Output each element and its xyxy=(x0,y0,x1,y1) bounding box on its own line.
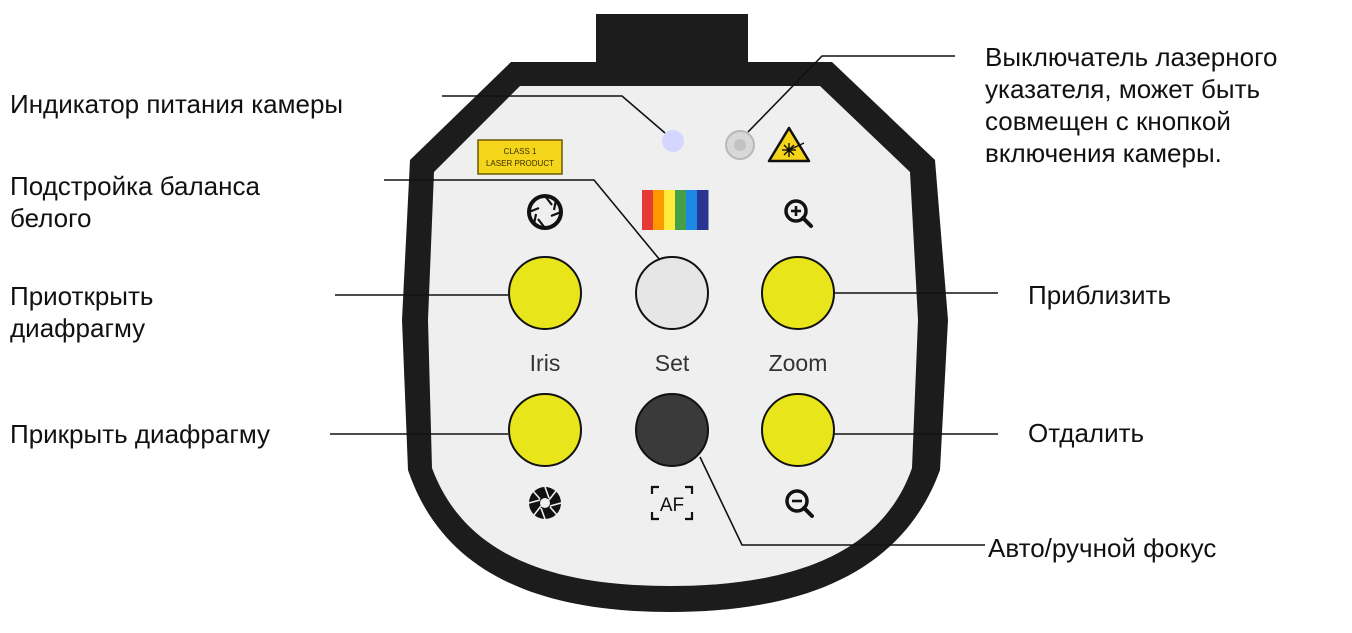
laser-switch-inner xyxy=(734,139,746,151)
iris-close-icon xyxy=(528,486,562,520)
spectrum-stripe xyxy=(664,190,676,230)
spectrum-stripe xyxy=(675,190,687,230)
zoom-out-button[interactable] xyxy=(761,393,835,467)
callout-iris-close: Прикрыть диафрагму xyxy=(10,418,270,450)
callout-laser-switch-line-4: включения камеры. xyxy=(985,138,1222,168)
callout-white-balance-line-1: Подстройка баланса xyxy=(10,171,260,201)
callout-laser-switch: Выключатель лазерного указателя, может б… xyxy=(985,41,1277,169)
callout-zoom-out: Отдалить xyxy=(1028,417,1144,449)
callout-focus-line-1: Авто/ручной фокус xyxy=(988,533,1217,563)
spectrum-stripe xyxy=(653,190,665,230)
laser-class-label xyxy=(477,139,563,175)
laser-label-line-2: LASER PRODUCT xyxy=(486,159,554,168)
callout-laser-switch-line-1: Выключатель лазерного xyxy=(985,42,1278,72)
laser-label-line-1: CLASS 1 xyxy=(504,147,537,156)
callout-focus: Авто/ручной фокус xyxy=(988,532,1216,564)
set-button[interactable] xyxy=(635,256,709,330)
callout-zoom-in-line-1: Приблизить xyxy=(1028,280,1171,310)
callout-laser-switch-line-3: совмещен с кнопкой xyxy=(985,106,1231,136)
callout-power-indicator-line-1: Индикатор питания камеры xyxy=(10,89,344,119)
af-label: AF xyxy=(660,495,684,516)
callout-zoom-out-line-1: Отдалить xyxy=(1028,418,1145,448)
set-label: Set xyxy=(655,350,690,376)
callout-iris-open-line-2: диафрагму xyxy=(10,313,146,343)
callout-white-balance-line-2: белого xyxy=(10,203,92,233)
iris-close-button[interactable] xyxy=(508,393,582,467)
iris-label: Iris xyxy=(530,350,561,376)
callout-zoom-in: Приблизить xyxy=(1028,279,1171,311)
zoom-label: Zoom xyxy=(769,350,828,376)
callout-white-balance: Подстройка баланса белого xyxy=(10,170,260,234)
power-led-icon xyxy=(662,130,684,152)
color-spectrum-icon xyxy=(642,190,709,230)
iris-open-button[interactable] xyxy=(508,256,582,330)
callout-iris-open: Приоткрыть диафрагму xyxy=(10,280,153,344)
callout-iris-open-line-1: Приоткрыть xyxy=(10,281,154,311)
zoom-in-button[interactable] xyxy=(761,256,835,330)
callout-power-indicator: Индикатор питания камеры xyxy=(10,88,343,120)
callout-iris-close-line-1: Прикрыть диафрагму xyxy=(10,419,270,449)
spectrum-stripe xyxy=(642,190,654,230)
af-button[interactable] xyxy=(635,393,709,467)
callout-laser-switch-line-2: указателя, может быть xyxy=(985,74,1261,104)
camera-control-diagram: CLASS 1 LASER PRODUCT Iris Set Zoom AF И… xyxy=(0,0,1352,628)
spectrum-stripe xyxy=(686,190,698,230)
spectrum-stripe xyxy=(697,190,709,230)
